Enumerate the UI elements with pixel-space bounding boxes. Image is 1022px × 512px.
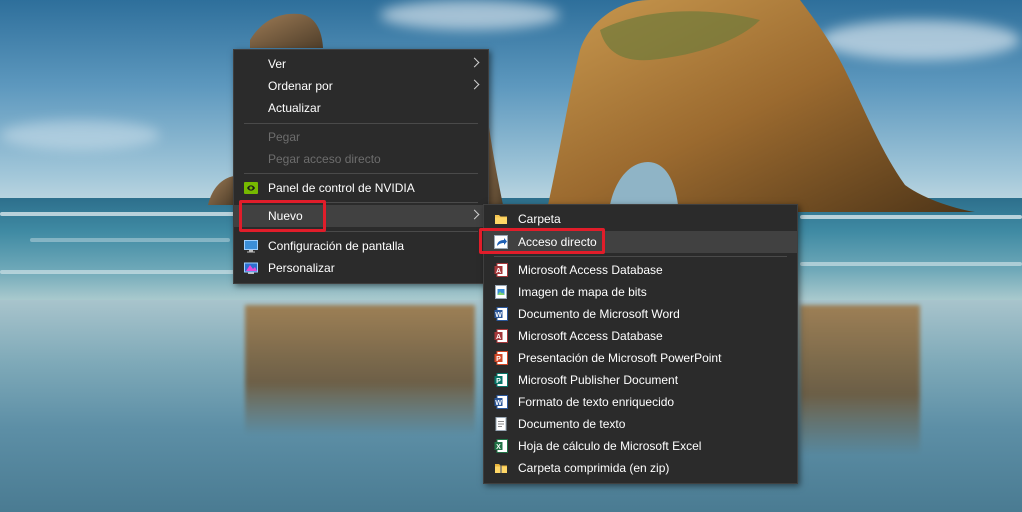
menu-item-label: Microsoft Publisher Document [518,373,679,387]
menu-item-nvidia[interactable]: Panel de control de NVIDIA [234,177,488,199]
menu-item-label: Carpeta [518,212,561,226]
menu-separator [244,173,478,174]
zip-folder-icon [495,464,507,473]
submenu-item-rtf[interactable]: W Formato de texto enriquecido [484,391,797,413]
menu-item-label: Carpeta comprimida (en zip) [518,461,670,475]
menu-item-pegar[interactable]: Pegar [234,126,488,148]
svg-text:P: P [496,378,501,385]
menu-item-label: Personalizar [268,261,335,275]
submenu-item-access-database[interactable]: A Microsoft Access Database [484,259,797,281]
svg-text:P: P [496,356,501,363]
excel-icon: X [494,439,508,453]
submenu-item-excel[interactable]: X Hoja de cálculo de Microsoft Excel [484,435,797,457]
svg-text:A: A [496,268,501,275]
svg-text:W: W [495,312,502,319]
annotation-highlight-nuevo [239,200,326,232]
display-settings-icon [244,240,258,253]
desktop-context-menu: Ver Ordenar por Actualizar Pegar Pegar a… [233,49,489,284]
access-icon: A [494,329,508,343]
menu-item-label: Actualizar [268,101,321,115]
menu-item-ver[interactable]: Ver [234,53,488,75]
menu-item-actualizar[interactable]: Actualizar [234,97,488,119]
chevron-right-icon [469,209,480,220]
menu-item-personalizar[interactable]: Personalizar [234,257,488,279]
menu-item-label: Documento de Microsoft Word [518,307,680,321]
menu-separator [494,256,787,257]
menu-item-label: Microsoft Access Database [518,329,663,343]
submenu-item-publisher[interactable]: P Microsoft Publisher Document [484,369,797,391]
svg-text:X: X [496,444,501,451]
svg-text:W: W [495,400,502,407]
submenu-item-carpeta[interactable]: Carpeta [484,208,797,230]
wallpaper-reflection [800,305,920,455]
submenu-item-zip-folder[interactable]: Carpeta comprimida (en zip) [484,457,797,479]
menu-item-label: Formato de texto enriquecido [518,395,675,409]
menu-item-label: Microsoft Access Database [518,263,663,277]
submenu-item-powerpoint[interactable]: P Presentación de Microsoft PowerPoint [484,347,797,369]
submenu-item-text-document[interactable]: Documento de texto [484,413,797,435]
menu-item-label: Imagen de mapa de bits [518,285,647,299]
menu-item-ordenar-por[interactable]: Ordenar por [234,75,488,97]
menu-item-pegar-acceso-directo[interactable]: Pegar acceso directo [234,148,488,170]
powerpoint-icon: P [494,351,508,365]
menu-item-label: Panel de control de NVIDIA [268,181,415,195]
menu-item-label: Ordenar por [268,79,333,93]
wallpaper-reflection [245,305,475,435]
text-document-icon [495,417,507,431]
folder-icon [495,215,507,224]
nvidia-icon [244,182,258,194]
publisher-icon: P [494,373,508,387]
word-icon: W [494,307,508,321]
menu-item-label: Pegar acceso directo [268,152,381,166]
menu-item-label: Configuración de pantalla [268,239,405,253]
personalize-icon [244,262,258,274]
rtf-icon: W [494,395,508,409]
svg-text:A: A [496,334,501,341]
menu-item-label: Ver [268,57,287,71]
submenu-item-bitmap[interactable]: Imagen de mapa de bits [484,281,797,303]
bitmap-icon [495,285,507,299]
menu-item-label: Documento de texto [518,417,626,431]
menu-item-label: Pegar [268,130,301,144]
menu-item-label: Presentación de Microsoft PowerPoint [518,351,722,365]
menu-item-label: Hoja de cálculo de Microsoft Excel [518,439,702,453]
access-icon: A [494,263,508,277]
annotation-highlight-acceso-directo [479,228,605,254]
chevron-right-icon [469,57,480,68]
chevron-right-icon [469,79,480,90]
submenu-item-word-document[interactable]: W Documento de Microsoft Word [484,303,797,325]
menu-separator [244,123,478,124]
menu-item-configuracion-pantalla[interactable]: Configuración de pantalla [234,235,488,257]
submenu-item-access-database-2[interactable]: A Microsoft Access Database [484,325,797,347]
